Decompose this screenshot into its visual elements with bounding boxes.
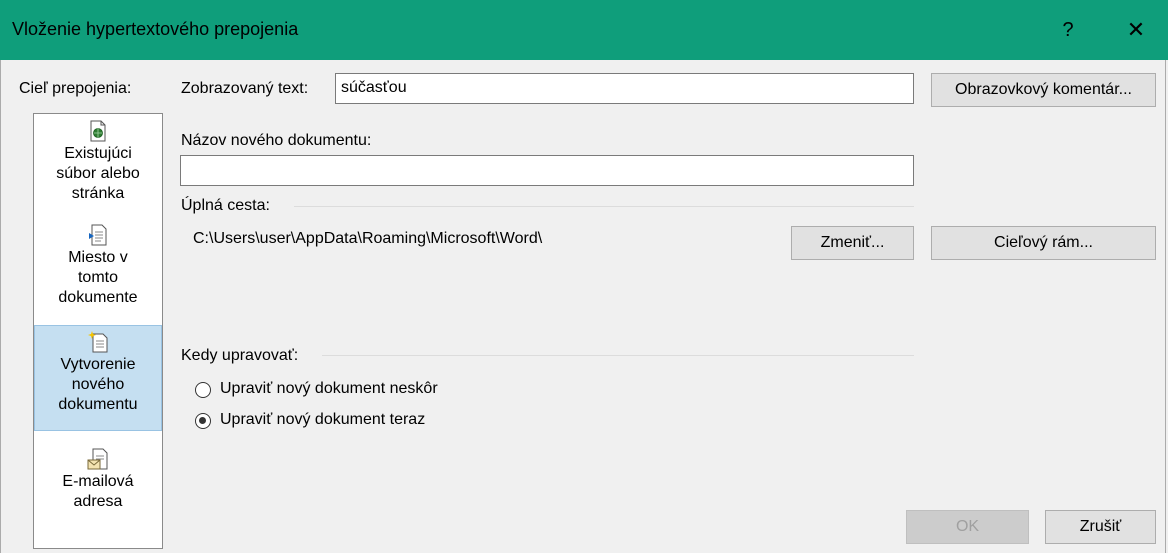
- edit-now-radio[interactable]: [195, 413, 211, 429]
- full-path-separator: [294, 206, 914, 207]
- item-label: adresa: [73, 493, 123, 510]
- dialog-title: Vloženie hypertextového prepojenia: [12, 19, 299, 39]
- title-bar: Vloženie hypertextového prepojenia ? ✕: [0, 0, 1168, 60]
- display-text-label: Zobrazovaný text:: [181, 80, 309, 97]
- when-to-edit-label: Kedy upravovať:: [181, 347, 299, 364]
- email-address-icon: [87, 448, 108, 470]
- radio-selected-dot: [199, 417, 206, 424]
- full-path-label: Úplná cesta:: [181, 197, 270, 214]
- link-to-place-in-document[interactable]: Miesto v tomto dokumente: [34, 222, 162, 326]
- screen-tip-button[interactable]: Obrazovkový komentár...: [931, 73, 1156, 107]
- help-button[interactable]: ?: [1048, 12, 1088, 48]
- item-label: Miesto v: [68, 249, 128, 266]
- item-label: tomto: [77, 269, 118, 286]
- link-to-email-address[interactable]: E-mailová adresa: [34, 448, 162, 538]
- item-label: E-mailová: [62, 473, 134, 490]
- existing-file-icon: [90, 120, 106, 142]
- link-to-label: Cieľ prepojenia:: [19, 80, 132, 97]
- item-label: dokumentu: [58, 396, 138, 413]
- item-label: Existujúci: [64, 145, 132, 162]
- full-path-value: C:\Users\user\AppData\Roaming\Microsoft\…: [193, 230, 543, 247]
- place-in-document-icon: [89, 224, 107, 246]
- link-to-existing-file[interactable]: Existujúci súbor alebo stránka: [34, 118, 162, 222]
- item-label: súbor alebo: [56, 165, 140, 182]
- edit-now-label[interactable]: Upraviť nový dokument teraz: [220, 411, 425, 429]
- close-button[interactable]: ✕: [1116, 12, 1156, 48]
- edit-later-radio[interactable]: [195, 382, 211, 398]
- when-to-edit-separator: [322, 355, 914, 356]
- edit-later-label[interactable]: Upraviť nový dokument neskôr: [220, 380, 438, 398]
- item-label: Vytvorenie: [60, 356, 136, 373]
- link-to-panel: Existujúci súbor alebo stránka Miesto v …: [33, 113, 163, 549]
- ok-button[interactable]: OK: [906, 510, 1029, 544]
- link-to-new-document[interactable]: Vytvorenie nového dokumentu: [34, 325, 162, 431]
- dialog-frame: [0, 60, 1166, 553]
- display-text-input[interactable]: súčasťou: [335, 73, 914, 104]
- new-document-name-input[interactable]: [180, 155, 914, 186]
- new-document-name-label: Názov nového dokumentu:: [181, 132, 372, 149]
- item-label: stránka: [71, 185, 125, 202]
- item-label: nového: [71, 376, 125, 393]
- change-path-button[interactable]: Zmeniť...: [791, 226, 914, 260]
- target-frame-button[interactable]: Cieľový rám...: [931, 226, 1156, 260]
- new-document-icon: [88, 331, 108, 353]
- display-text-value: súčasťou: [341, 79, 407, 96]
- cancel-button[interactable]: Zrušiť: [1045, 510, 1156, 544]
- item-label: dokumente: [58, 289, 138, 306]
